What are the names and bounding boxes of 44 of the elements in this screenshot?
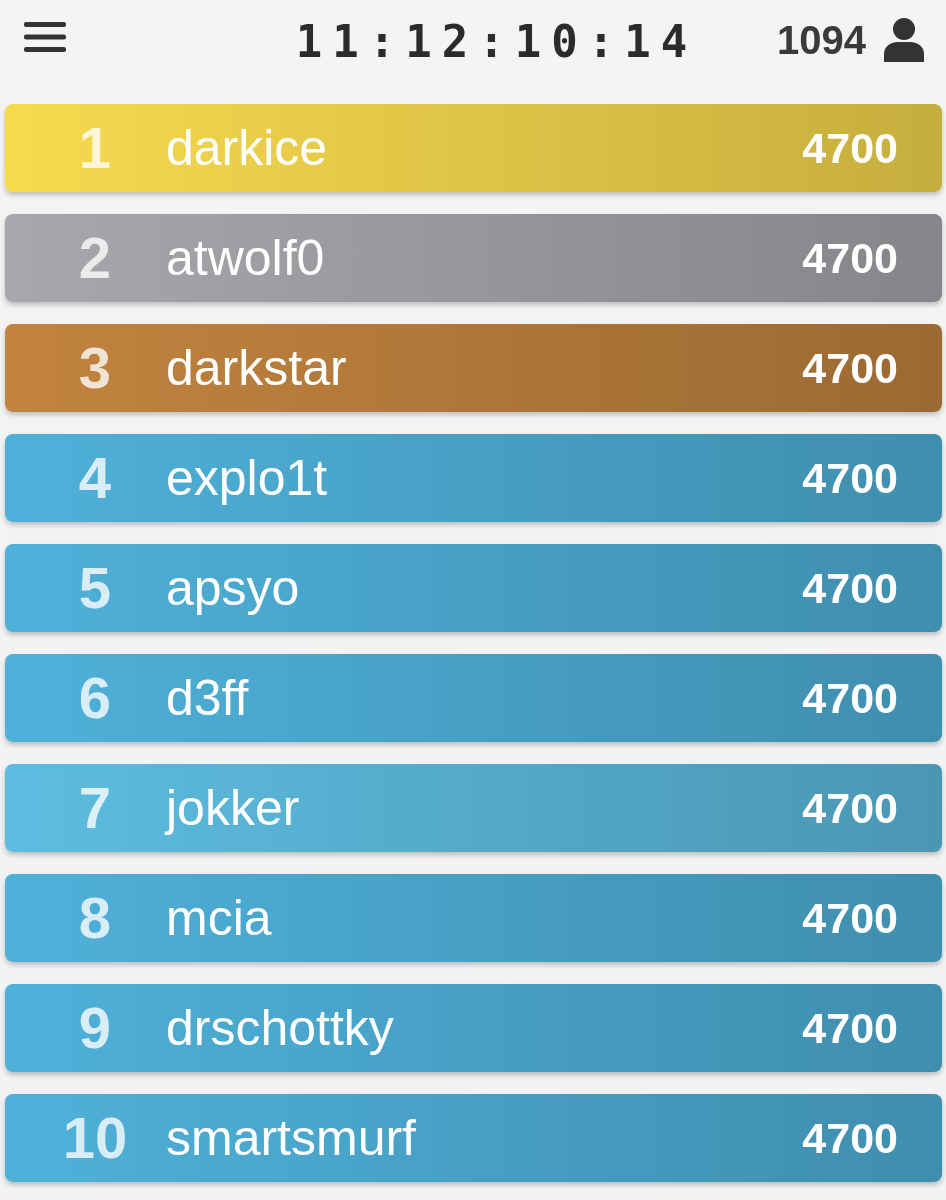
player-name: smartsmurf — [165, 1113, 417, 1163]
rank-number: 1 — [77, 119, 113, 177]
player-name: explo1t — [165, 453, 329, 503]
player-name: jokker — [163, 783, 301, 833]
player-score: 4700 — [802, 566, 898, 610]
player-score: 4700 — [802, 786, 898, 830]
player-score: 4700 — [802, 236, 898, 280]
player-score: 4700 — [802, 126, 898, 170]
player-score: 4700 — [802, 896, 898, 940]
leaderboard-row[interactable]: 9 drschottky 4700 — [5, 984, 942, 1072]
player-score: 4700 — [802, 1116, 898, 1160]
player-name: mcia — [165, 893, 273, 943]
leaderboard-row[interactable]: 4 explo1t 4700 — [5, 434, 942, 522]
rank-number: 9 — [77, 999, 113, 1057]
menu-icon[interactable] — [24, 22, 66, 52]
rank-number: 10 — [61, 1109, 129, 1167]
leaderboard-row[interactable]: 10 smartsmurf 4700 — [5, 1094, 942, 1182]
leaderboard-row[interactable]: 2 atwolf0 4700 — [5, 214, 942, 302]
rank-number: 5 — [77, 559, 113, 617]
rank-number: 2 — [77, 229, 113, 287]
player-name: atwolf0 — [165, 233, 326, 283]
rank-number: 7 — [77, 779, 113, 837]
rank-number: 3 — [77, 339, 113, 397]
leaderboard-row[interactable]: 7 jokker 4700 — [5, 764, 942, 852]
clock-text: 11:12:10:14 — [295, 20, 698, 64]
player-name: darkstar — [165, 343, 348, 393]
leaderboard-row[interactable]: 5 apsyo 4700 — [5, 544, 942, 632]
points-count: 1094 — [777, 20, 866, 60]
player-name: darkice — [165, 123, 329, 173]
rank-number: 8 — [77, 889, 113, 947]
player-name: d3ff — [165, 673, 250, 723]
rank-number: 6 — [77, 669, 113, 727]
player-name: drschottky — [165, 1003, 395, 1053]
player-score: 4700 — [802, 456, 898, 500]
player-score: 4700 — [802, 346, 898, 390]
player-score: 4700 — [802, 676, 898, 720]
player-score: 4700 — [802, 1006, 898, 1050]
leaderboard-row[interactable]: 8 mcia 4700 — [5, 874, 942, 962]
user-icon[interactable] — [882, 18, 926, 62]
leaderboard-row[interactable]: 6 d3ff 4700 — [5, 654, 942, 742]
rank-number: 4 — [77, 449, 113, 507]
player-name: apsyo — [165, 563, 301, 613]
leaderboard-row[interactable]: 1 darkice 4700 — [5, 104, 942, 192]
leaderboard-row[interactable]: 3 darkstar 4700 — [5, 324, 942, 412]
